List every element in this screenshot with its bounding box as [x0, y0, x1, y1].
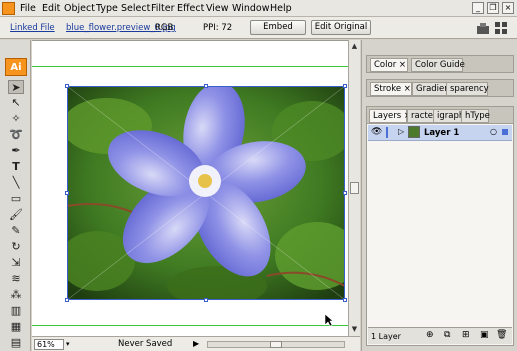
mouse-cursor-icon [324, 313, 334, 327]
illustrator-logo: Ai [5, 58, 27, 76]
target-circle-icon[interactable]: ○ [490, 127, 497, 136]
menu-select[interactable]: Select [121, 3, 150, 14]
horizontal-scrollbar[interactable] [207, 341, 345, 348]
expand-arrow-icon[interactable]: ▷ [398, 127, 404, 136]
save-status: Never Saved [118, 339, 173, 349]
layers-panel: Layers × racter igraph hType 👁 ▷ Layer 1… [366, 106, 514, 346]
menu-filter[interactable]: Filter [151, 3, 175, 14]
lasso-tool-icon[interactable]: ➰ [8, 128, 24, 142]
menu-object[interactable]: Object [64, 3, 95, 14]
layer-thumbnail [408, 126, 420, 138]
edit-original-button[interactable]: Edit Original [311, 20, 371, 35]
tab-character[interactable]: racter [407, 109, 436, 123]
zoom-dropdown-icon[interactable]: ▾ [66, 340, 70, 348]
status-bar: 61% ▾ Never Saved ▶ [32, 336, 360, 351]
tab-transparency[interactable]: sparency [446, 82, 489, 96]
selection-indicator [502, 129, 508, 135]
panel-dock: Color × Color Guide Stroke × Gradient sp… [361, 40, 517, 351]
selection-bounding-box [65, 84, 347, 302]
gradient-tool-icon[interactable]: ▤ [8, 336, 24, 350]
rotate-tool-icon[interactable]: ↻ [8, 240, 24, 254]
vertical-scrollbar[interactable]: ▲ ▼ [348, 40, 360, 336]
scroll-thumb[interactable] [350, 182, 359, 194]
menu-edit[interactable]: Edit [42, 3, 60, 14]
resize-handle[interactable] [65, 298, 69, 302]
paintbrush-tool-icon[interactable]: 🖌 [8, 208, 24, 222]
locate-object-icon[interactable]: ⊕ [426, 330, 434, 340]
tab-opentype[interactable]: hType [461, 109, 490, 123]
new-sublayer-icon[interactable]: ⊞ [462, 330, 470, 340]
scroll-up-icon[interactable]: ▲ [350, 41, 359, 51]
mesh-tool-icon[interactable]: ▦ [8, 320, 24, 334]
layer-name[interactable]: Layer 1 [424, 128, 459, 138]
horizontal-scroll-thumb[interactable] [270, 341, 282, 348]
tab-color-guide[interactable]: Color Guide [411, 58, 465, 72]
document-canvas[interactable] [32, 40, 348, 336]
magic-wand-tool-icon[interactable]: ✧ [8, 112, 24, 126]
line-tool-icon[interactable]: ╲ [8, 176, 24, 190]
restore-icon[interactable]: ❐ [487, 2, 499, 14]
rectangle-tool-icon[interactable]: ▭ [8, 192, 24, 206]
control-bar: Linked File blue_flower.preview_0.jpg RG… [0, 17, 517, 39]
embed-button[interactable]: Embed [250, 20, 306, 35]
menu-help[interactable]: Help [270, 3, 292, 14]
workspace-icon[interactable] [476, 21, 490, 35]
menu-type[interactable]: Type [96, 3, 118, 14]
layer-color-swatch [386, 127, 388, 138]
make-clipping-mask-icon[interactable]: ⧉ [444, 330, 450, 340]
type-tool-icon[interactable]: T [8, 160, 24, 174]
symbol-sprayer-tool-icon[interactable]: ⁂ [8, 288, 24, 302]
status-menu-arrow-icon[interactable]: ▶ [193, 339, 199, 348]
resize-handle[interactable] [343, 84, 347, 88]
menu-bar: File Edit Object Type Select Filter Effe… [0, 0, 517, 17]
graph-tool-icon[interactable]: ▥ [8, 304, 24, 318]
app-icon [2, 2, 15, 15]
tab-color[interactable]: Color × [370, 58, 408, 72]
resize-handle[interactable] [65, 84, 69, 88]
minimize-icon[interactable]: _ [472, 2, 484, 14]
resize-handle[interactable] [343, 298, 347, 302]
artboard-top-guide [32, 66, 348, 67]
scale-tool-icon[interactable]: ⇲ [8, 256, 24, 270]
zoom-level-field[interactable]: 61% [34, 339, 64, 350]
new-layer-icon[interactable]: ▣ [480, 330, 489, 340]
resize-handle[interactable] [204, 298, 208, 302]
layers-footer: 1 Layer ⊕ ⧉ ⊞ ▣ 🗑 [368, 327, 512, 344]
ppi-value: PPI: 72 [203, 23, 233, 33]
visibility-eye-icon[interactable]: 👁 [371, 127, 382, 137]
warp-tool-icon[interactable]: ≋ [8, 272, 24, 286]
color-mode: RGB [155, 23, 174, 33]
tab-layers[interactable]: Layers × [369, 109, 411, 123]
direct-selection-tool-icon[interactable]: ↖ [8, 96, 24, 110]
delete-layer-icon[interactable]: 🗑 [496, 330, 507, 340]
layer-count: 1 Layer [371, 332, 401, 341]
artboard-bottom-guide [32, 325, 348, 326]
tab-stroke[interactable]: Stroke × [370, 82, 412, 96]
close-icon[interactable]: × [502, 2, 514, 14]
selection-tool-icon[interactable]: ➤ [8, 80, 24, 94]
menu-view[interactable]: View [206, 3, 229, 14]
tab-paragraph[interactable]: igraph [433, 109, 464, 123]
menu-effect[interactable]: Effect [177, 3, 204, 14]
resize-handle[interactable] [65, 191, 69, 195]
scroll-down-icon[interactable]: ▼ [350, 324, 359, 334]
resize-handle[interactable] [204, 84, 208, 88]
menu-file[interactable]: File [20, 3, 36, 14]
linked-file-link[interactable]: Linked File [10, 23, 55, 33]
stroke-panel-tabs: Stroke × Gradient sparency [366, 79, 514, 97]
color-panel-tabs: Color × Color Guide [366, 55, 514, 73]
pen-tool-icon[interactable]: ✒ [8, 144, 24, 158]
menu-window[interactable]: Window [232, 3, 269, 14]
layer-row[interactable]: 👁 ▷ Layer 1 ○ [368, 125, 512, 141]
pencil-tool-icon[interactable]: ✎ [8, 224, 24, 238]
tab-gradient[interactable]: Gradient [412, 82, 453, 96]
window-controls: _ ❐ × [472, 2, 514, 14]
arrange-icon[interactable] [494, 21, 508, 35]
layers-panel-tabs: Layers × racter igraph hType [367, 107, 513, 124]
resize-handle[interactable] [343, 191, 347, 195]
